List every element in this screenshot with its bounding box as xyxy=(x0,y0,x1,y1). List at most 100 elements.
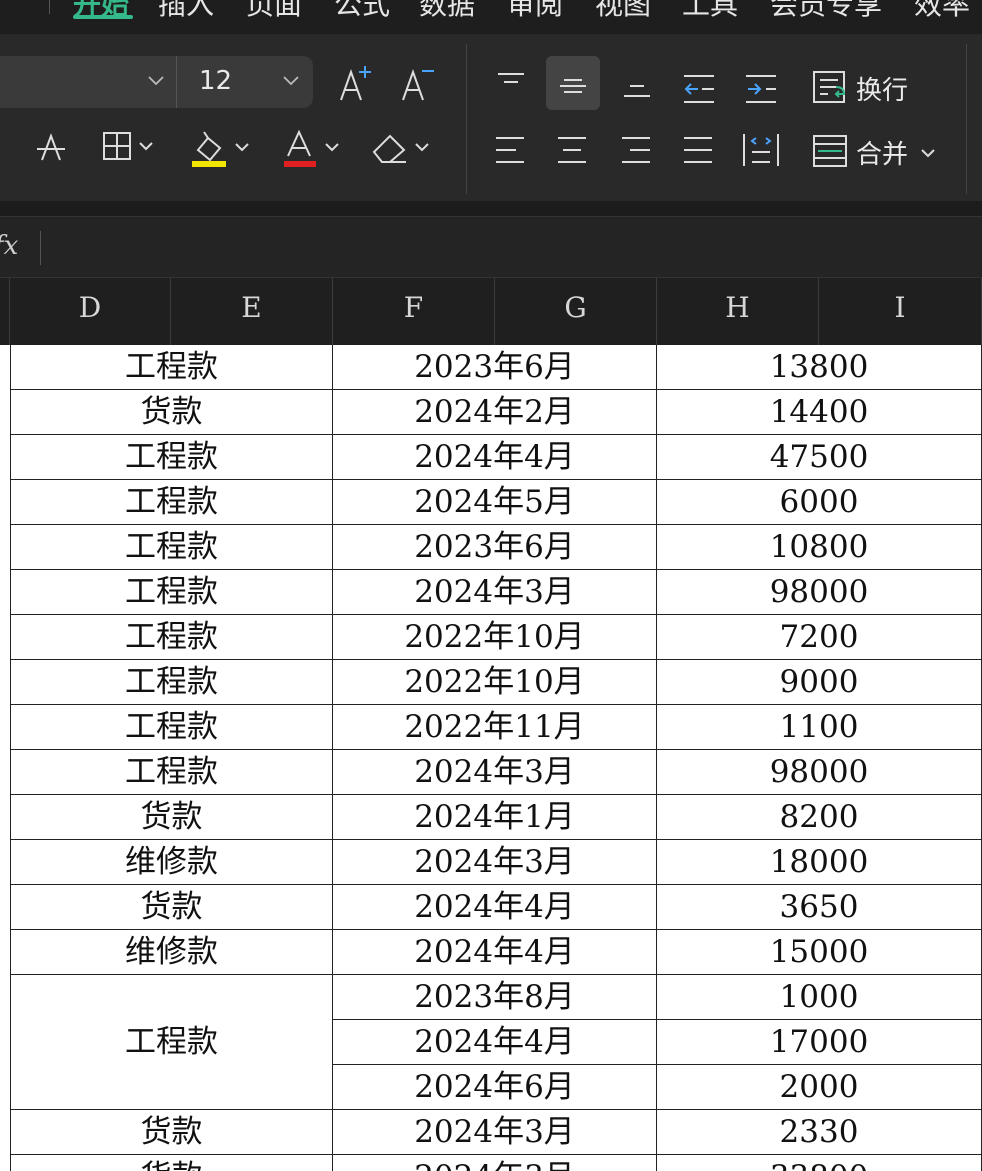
cell-type[interactable]: 货款 xyxy=(10,390,333,435)
cell-amount[interactable]: 18000 xyxy=(657,840,982,885)
cell-amount[interactable]: 3650 xyxy=(657,885,982,930)
cell-date[interactable]: 2024年4月 xyxy=(333,435,657,480)
cell-type[interactable]: 工程款 xyxy=(10,615,333,660)
column-header-g[interactable]: G xyxy=(495,278,657,345)
cell-amount[interactable]: 14400 xyxy=(657,390,982,435)
cell-amount[interactable]: 47500 xyxy=(657,435,982,480)
font-color-icon[interactable] xyxy=(282,128,346,168)
font-name-dropdown[interactable] xyxy=(0,56,176,108)
column-header-d[interactable]: D xyxy=(10,278,171,345)
cell-type[interactable]: 货款 xyxy=(10,795,333,840)
eraser-icon[interactable] xyxy=(370,130,434,166)
cell-date[interactable]: 2024年4月 xyxy=(333,930,657,975)
font-size-dropdown[interactable]: 12 xyxy=(176,56,313,108)
cell-date[interactable]: 2022年10月 xyxy=(333,660,657,705)
cell-amount[interactable]: 2330 xyxy=(657,1110,982,1155)
cell-amount[interactable]: 1100 xyxy=(657,705,982,750)
decrease-font-icon[interactable] xyxy=(400,64,436,104)
align-bottom-icon[interactable] xyxy=(622,74,652,98)
menu-tab-5[interactable]: 审阅 xyxy=(507,0,563,23)
cell-date[interactable]: 2024年5月 xyxy=(333,480,657,525)
menu-separator xyxy=(49,0,50,14)
cell-amount[interactable]: 7200 xyxy=(657,615,982,660)
cell-type[interactable]: 工程款 xyxy=(10,435,333,480)
cell-type[interactable]: 货款 xyxy=(10,885,333,930)
cell-date[interactable]: 2024年3月 xyxy=(333,750,657,795)
chevron-down-icon[interactable] xyxy=(918,142,938,162)
menu-tab-7[interactable]: 工具 xyxy=(682,0,738,23)
cell-amount[interactable]: 2000 xyxy=(657,1065,982,1110)
wrap-text-button[interactable]: 换行 xyxy=(856,70,908,107)
cell-amount[interactable]: 98000 xyxy=(657,570,982,615)
distributed-align-icon[interactable] xyxy=(742,132,780,168)
cell-date[interactable]: 2023年6月 xyxy=(333,345,657,390)
cell-date[interactable]: 2024年3月 xyxy=(333,1155,657,1171)
menu-tab-9[interactable]: 效率 xyxy=(914,0,970,23)
cell-date[interactable]: 2024年6月 xyxy=(333,1065,657,1110)
wrap-text-icon[interactable] xyxy=(812,70,850,104)
menu-tab-8[interactable]: 会员专享 xyxy=(770,0,882,23)
cell-amount[interactable]: 1000 xyxy=(657,975,982,1020)
cell-amount[interactable]: 6000 xyxy=(657,480,982,525)
decrease-indent-icon[interactable] xyxy=(682,74,716,104)
merged-cell-type[interactable]: 工程款 xyxy=(10,975,333,1110)
cell-type[interactable]: 工程款 xyxy=(10,705,333,750)
align-top-icon[interactable] xyxy=(496,72,526,96)
fill-color-icon[interactable] xyxy=(190,128,254,168)
cell-amount[interactable]: 98000 xyxy=(657,750,982,795)
cell-type[interactable]: 维修款 xyxy=(10,930,333,975)
merge-cells-button[interactable]: 合并 xyxy=(856,134,908,171)
cell-amount[interactable]: 17000 xyxy=(657,1020,982,1065)
cell-amount[interactable]: 15000 xyxy=(657,930,982,975)
cell-amount[interactable]: 10800 xyxy=(657,525,982,570)
cell-date[interactable]: 2024年2月 xyxy=(333,390,657,435)
justify-icon[interactable] xyxy=(682,136,714,164)
increase-font-icon[interactable] xyxy=(338,64,374,104)
cell-date[interactable]: 2023年6月 xyxy=(333,525,657,570)
column-header-f[interactable]: F xyxy=(333,278,495,345)
cell-type[interactable]: 工程款 xyxy=(10,480,333,525)
column-header-e[interactable]: E xyxy=(171,278,333,345)
column-header-i[interactable]: I xyxy=(819,278,982,345)
increase-indent-icon[interactable] xyxy=(744,74,778,104)
fx-icon[interactable]: fx xyxy=(0,231,18,261)
merge-cells-icon[interactable] xyxy=(812,134,850,168)
cell-date[interactable]: 2023年8月 xyxy=(333,975,657,1020)
cell-date[interactable]: 2022年10月 xyxy=(333,615,657,660)
cell-date[interactable]: 2024年1月 xyxy=(333,795,657,840)
cell-type[interactable]: 工程款 xyxy=(10,750,333,795)
borders-icon[interactable] xyxy=(102,131,158,163)
menu-tab-1[interactable]: 插入 xyxy=(158,0,214,23)
menu-tab-6[interactable]: 视图 xyxy=(595,0,651,23)
menu-tab-4[interactable]: 数据 xyxy=(419,0,475,23)
cell-date[interactable]: 2024年3月 xyxy=(333,570,657,615)
cell-date[interactable]: 2024年3月 xyxy=(333,840,657,885)
ribbon-gap xyxy=(0,201,982,216)
cell-amount[interactable]: 8200 xyxy=(657,795,982,840)
cell-type[interactable]: 维修款 xyxy=(10,840,333,885)
cell-date[interactable]: 2024年4月 xyxy=(333,885,657,930)
cell-type[interactable]: 货款 xyxy=(10,1155,333,1171)
align-right-icon[interactable] xyxy=(620,136,652,164)
cell-amount[interactable]: 13800 xyxy=(657,345,982,390)
cell-date[interactable]: 2024年4月 xyxy=(333,1020,657,1065)
menu-tab-2[interactable]: 页面 xyxy=(246,0,302,23)
align-center-icon[interactable] xyxy=(556,136,588,164)
cell-amount[interactable]: 9000 xyxy=(657,660,982,705)
align-left-icon[interactable] xyxy=(494,136,526,164)
cell-type[interactable]: 工程款 xyxy=(10,570,333,615)
column-header-h[interactable]: H xyxy=(657,278,819,345)
cell-type[interactable]: 工程款 xyxy=(10,345,333,390)
cell-type[interactable]: 工程款 xyxy=(10,660,333,705)
spreadsheet-grid[interactable]: 工程款 2023年6月 13800 货款 2024年2月 14400 工程款 2024年4月 4… xyxy=(0,345,982,1171)
cell-amount[interactable]: 33800 xyxy=(657,1155,982,1171)
strikethrough-icon[interactable] xyxy=(34,130,68,164)
cell-type[interactable]: 工程款 xyxy=(10,525,333,570)
cell-date[interactable]: 2024年3月 xyxy=(333,1110,657,1155)
menu-tab-0[interactable]: 开始 xyxy=(73,0,129,23)
formula-bar: fx xyxy=(0,216,982,278)
cell-type[interactable]: 货款 xyxy=(10,1110,333,1155)
align-middle-icon[interactable] xyxy=(558,74,588,98)
cell-date[interactable]: 2022年11月 xyxy=(333,705,657,750)
menu-tab-3[interactable]: 公式 xyxy=(334,0,390,23)
